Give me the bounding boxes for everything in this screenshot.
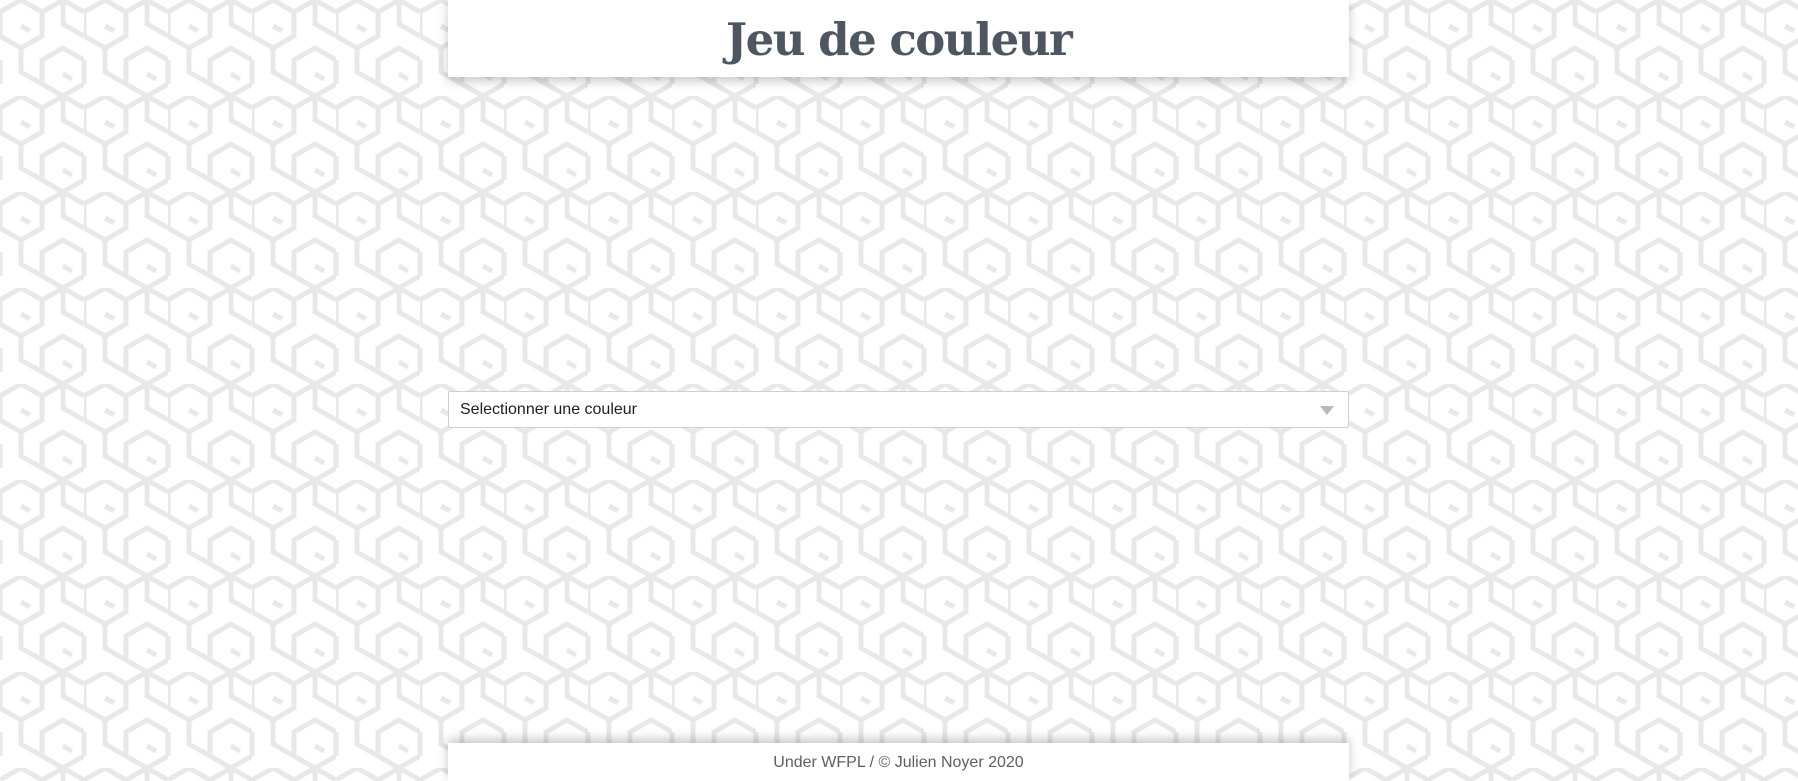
page-title: Jeu de couleur bbox=[725, 13, 1073, 66]
page-header: Jeu de couleur bbox=[448, 0, 1349, 77]
color-select[interactable]: Selectionner une couleur bbox=[448, 391, 1349, 428]
color-select-value: Selectionner une couleur bbox=[460, 400, 638, 418]
page-footer: Under WFPL / © Julien Noyer 2020 bbox=[448, 743, 1349, 781]
footer-copyright: Under WFPL / © Julien Noyer 2020 bbox=[773, 754, 1024, 771]
triangle-down-icon bbox=[1320, 406, 1334, 415]
